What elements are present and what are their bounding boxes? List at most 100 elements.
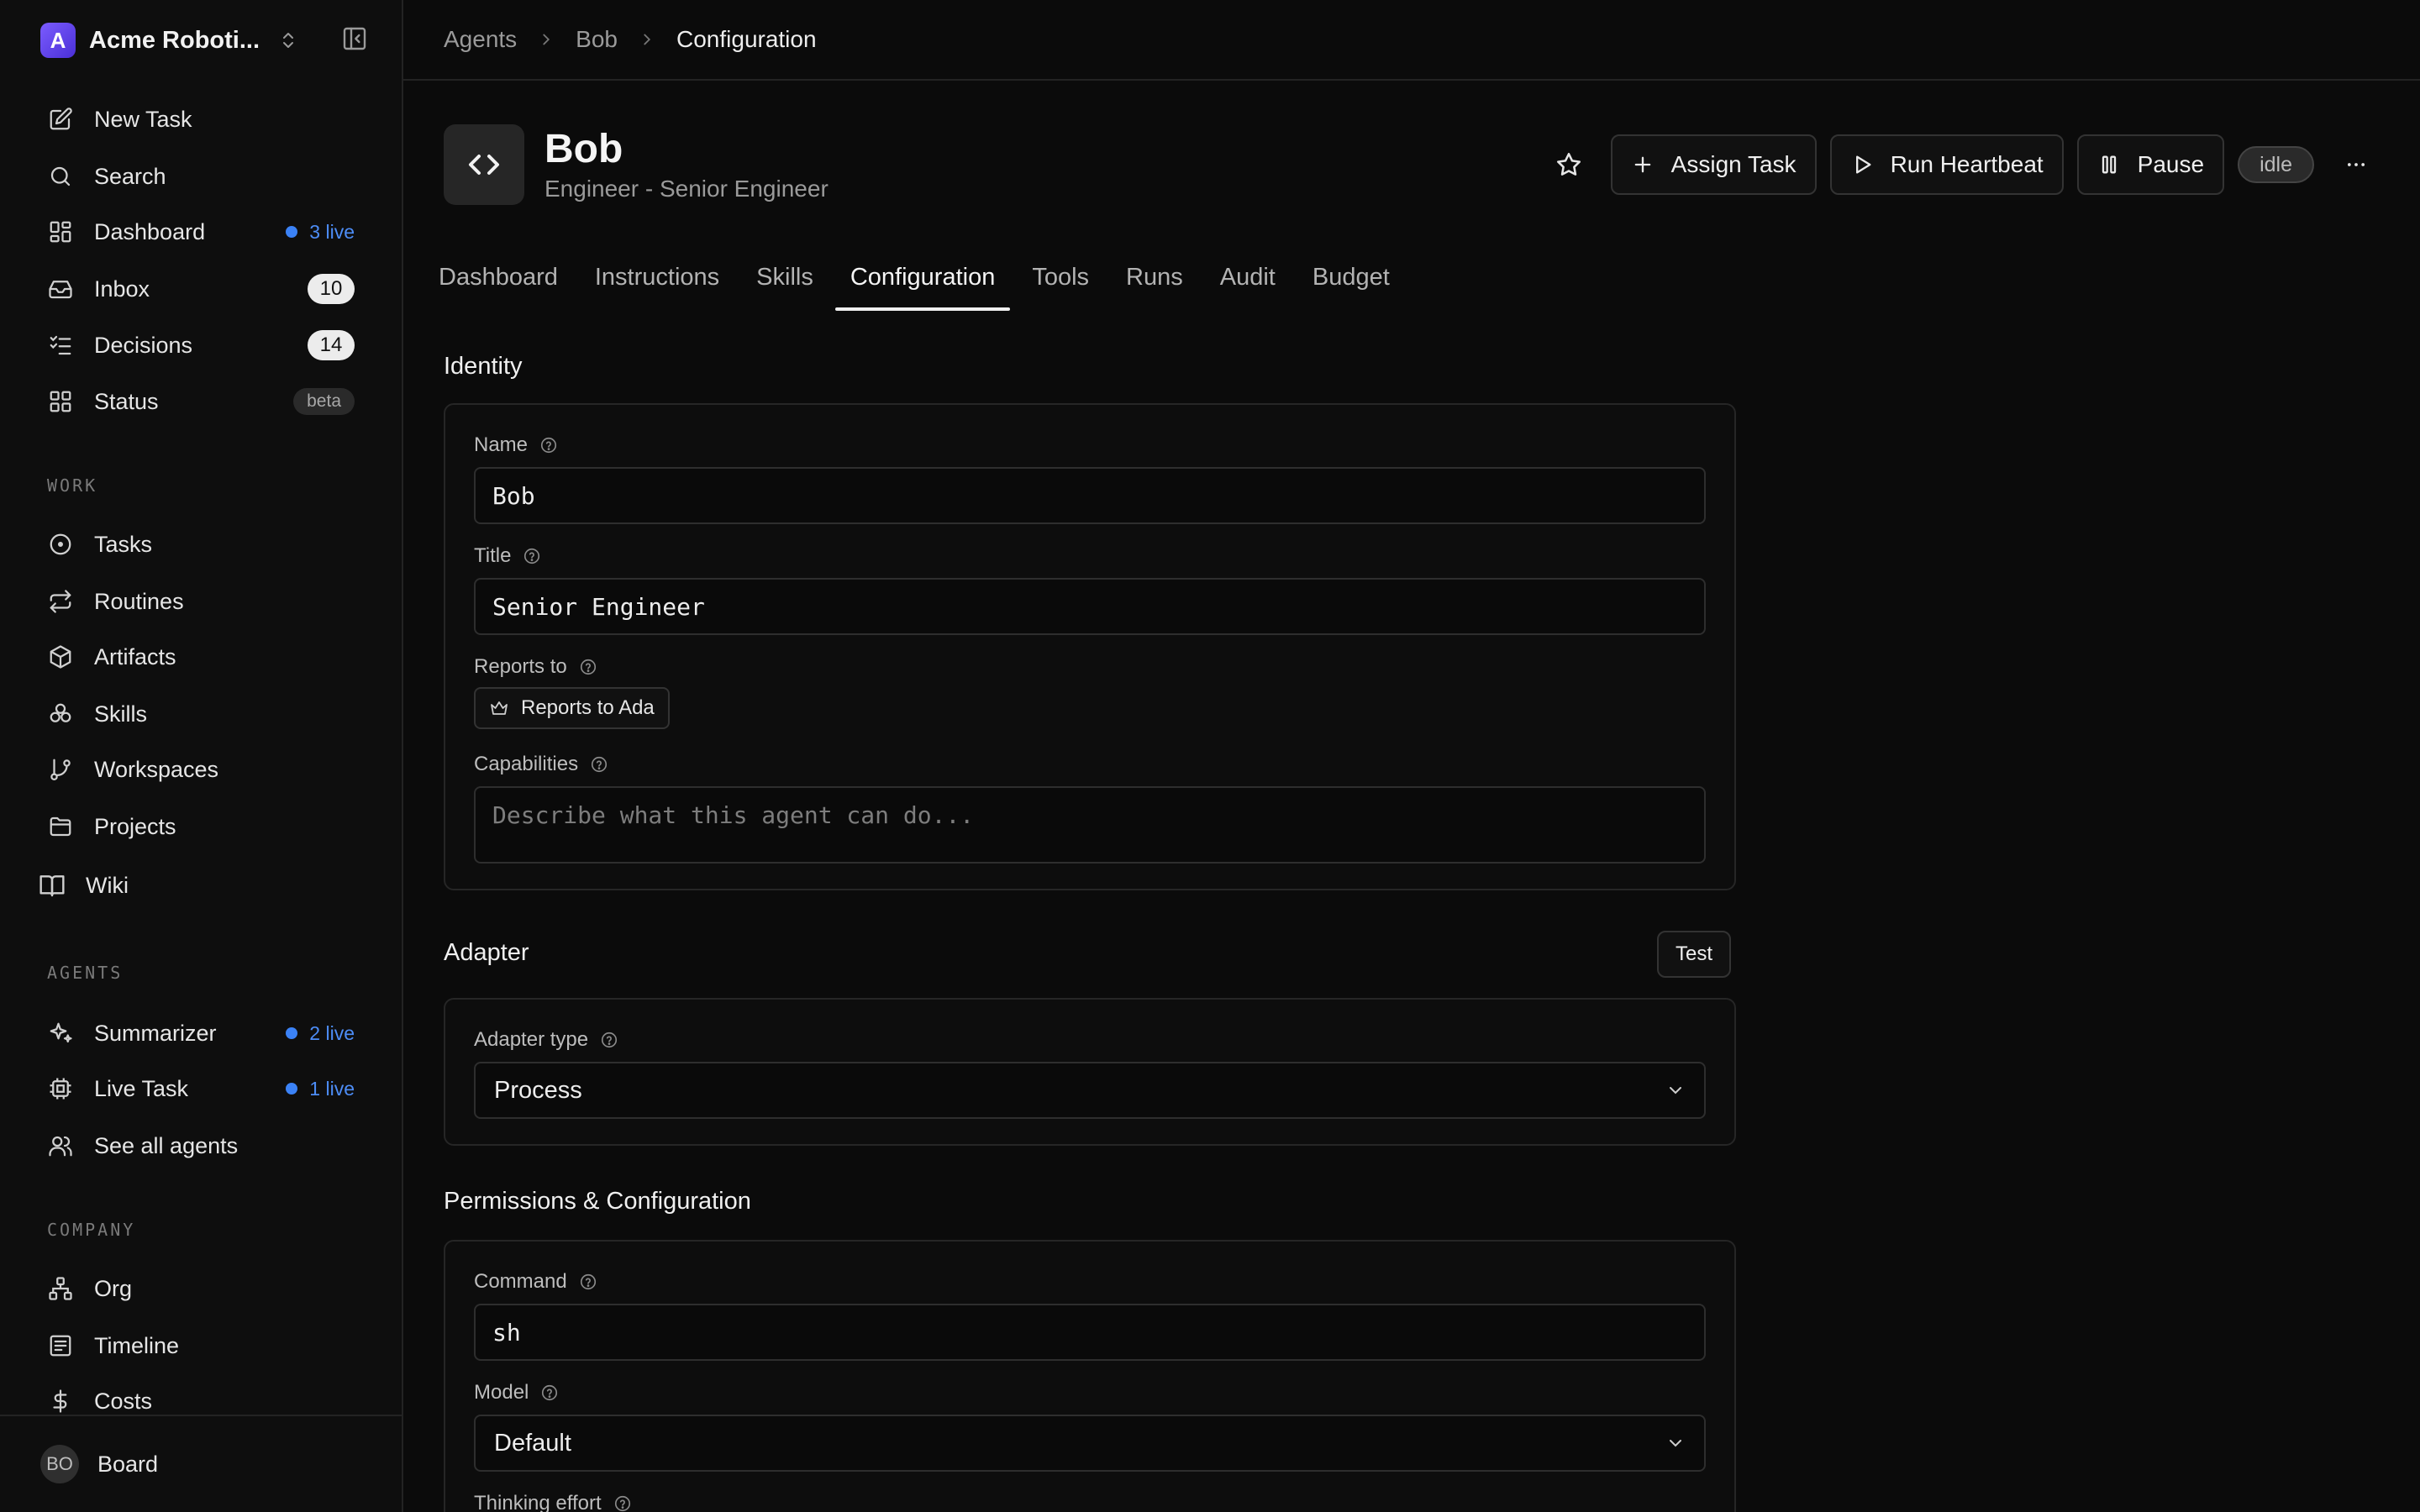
repeat-icon bbox=[47, 588, 74, 615]
org-logo: A bbox=[40, 23, 76, 58]
git-branch-icon bbox=[47, 756, 74, 783]
tab-budget[interactable]: Budget bbox=[1297, 252, 1405, 311]
identity-card: Name Bob Title Senior Engineer Reports t… bbox=[444, 403, 1736, 890]
breadcrumb-agents[interactable]: Agents bbox=[444, 26, 517, 53]
help-circle-icon[interactable] bbox=[523, 547, 541, 565]
tab-dashboard[interactable]: Dashboard bbox=[424, 252, 573, 311]
tab-audit[interactable]: Audit bbox=[1205, 252, 1291, 311]
more-icon[interactable] bbox=[2333, 141, 2380, 188]
sidebar-item-label: Wiki bbox=[86, 872, 129, 898]
name-label: Name bbox=[474, 433, 558, 457]
sidebar-item-live-task[interactable]: Live Task 1 live bbox=[47, 1067, 355, 1110]
org-chart-icon bbox=[47, 1275, 74, 1302]
agent-title-block: Bob Engineer - Senior Engineer bbox=[544, 127, 829, 202]
dollar-icon bbox=[47, 1388, 74, 1415]
live-count-badge: 1 live bbox=[286, 1078, 355, 1100]
sidebar-collapse-icon[interactable] bbox=[341, 25, 368, 52]
circle-dot-icon bbox=[47, 531, 74, 558]
chevrons-up-down-icon bbox=[278, 30, 298, 50]
sidebar-item-routines[interactable]: Routines bbox=[47, 580, 355, 623]
name-label-text: Name bbox=[474, 433, 529, 456]
sidebar-item-label: Decisions bbox=[94, 332, 193, 358]
pause-icon bbox=[2097, 153, 2121, 176]
help-circle-icon[interactable] bbox=[590, 755, 608, 774]
sidebar-item-inbox[interactable]: Inbox 10 bbox=[47, 267, 355, 311]
section-label-company: COMPANY bbox=[47, 1220, 136, 1240]
sidebar-item-tasks[interactable]: Tasks bbox=[47, 522, 355, 566]
permissions-card: Command sh Model Default Thinking effort bbox=[444, 1240, 1736, 1512]
agent-subtitle: Engineer - Senior Engineer bbox=[544, 176, 829, 202]
help-circle-icon[interactable] bbox=[539, 436, 558, 454]
help-circle-icon[interactable] bbox=[613, 1494, 632, 1512]
live-count-badge: 2 live bbox=[286, 1022, 355, 1045]
sidebar-item-label: New Task bbox=[94, 106, 192, 132]
org-name: Acme Roboti... bbox=[89, 26, 260, 54]
sidebar-item-decisions[interactable]: Decisions 14 bbox=[47, 323, 355, 367]
help-circle-icon[interactable] bbox=[579, 1273, 597, 1291]
status-badge: idle bbox=[2238, 146, 2314, 183]
sidebar-item-org[interactable]: Org bbox=[47, 1267, 355, 1310]
live-count: 2 live bbox=[309, 1021, 355, 1044]
sidebar-item-label: Org bbox=[94, 1275, 133, 1301]
sidebar-item-artifacts[interactable]: Artifacts bbox=[47, 635, 355, 679]
sidebar-item-wiki[interactable]: Wiki bbox=[39, 864, 355, 907]
sidebar-item-see-all-agents[interactable]: See all agents bbox=[47, 1124, 355, 1168]
sidebar-item-new-task[interactable]: New Task bbox=[47, 97, 355, 141]
star-icon[interactable] bbox=[1545, 141, 1592, 188]
sidebar-item-projects[interactable]: Projects bbox=[47, 805, 355, 848]
model-select[interactable]: Default bbox=[474, 1415, 1706, 1472]
chevron-right-icon bbox=[537, 30, 555, 49]
run-heartbeat-label: Run Heartbeat bbox=[1890, 151, 2044, 177]
title-label: Title bbox=[474, 544, 541, 568]
grid-icon bbox=[47, 218, 74, 245]
folder-icon bbox=[47, 813, 74, 840]
tab-instructions[interactable]: Instructions bbox=[580, 252, 734, 311]
sidebar-item-search[interactable]: Search bbox=[47, 155, 355, 198]
run-heartbeat-button[interactable]: Run Heartbeat bbox=[1829, 134, 2064, 195]
sidebar-item-timeline[interactable]: Timeline bbox=[47, 1324, 355, 1368]
section-label-agents: AGENTS bbox=[47, 963, 124, 983]
section-title-identity: Identity bbox=[444, 353, 523, 380]
sidebar-item-skills[interactable]: Skills bbox=[47, 692, 355, 736]
sidebar-item-label: Artifacts bbox=[94, 643, 176, 669]
sidebar-item-dashboard[interactable]: Dashboard 3 live bbox=[47, 210, 355, 254]
title-label-text: Title bbox=[474, 544, 512, 567]
count-badge: 14 bbox=[308, 330, 355, 360]
tab-skills[interactable]: Skills bbox=[741, 252, 829, 311]
capabilities-textarea[interactable]: Describe what this agent can do... bbox=[474, 786, 1706, 864]
org-switcher[interactable]: A Acme Roboti... bbox=[40, 22, 368, 59]
command-input[interactable]: sh bbox=[474, 1304, 1706, 1361]
breadcrumb-current: Configuration bbox=[676, 26, 817, 52]
inbox-icon bbox=[47, 276, 74, 302]
assign-task-button[interactable]: Assign Task bbox=[1610, 134, 1817, 195]
beta-badge: beta bbox=[293, 388, 355, 415]
tab-tools[interactable]: Tools bbox=[1017, 252, 1104, 311]
grid-icon bbox=[47, 388, 74, 415]
agent-header: Bob Engineer - Senior Engineer Assign Ta… bbox=[444, 124, 2380, 205]
breadcrumb-bob[interactable]: Bob bbox=[576, 26, 618, 53]
sidebar-item-workspaces[interactable]: Workspaces bbox=[47, 748, 355, 791]
tab-configuration[interactable]: Configuration bbox=[834, 252, 1011, 311]
sidebar-item-label: Timeline bbox=[94, 1332, 180, 1358]
sidebar-item-summarizer[interactable]: Summarizer 2 live bbox=[47, 1011, 355, 1055]
main-content: Agents Bob Configuration Bob Engineer - … bbox=[403, 0, 2420, 1512]
help-circle-icon[interactable] bbox=[540, 1383, 559, 1402]
breadcrumb: Agents Bob Configuration bbox=[403, 0, 2420, 81]
plus-icon bbox=[1631, 153, 1655, 176]
tab-runs[interactable]: Runs bbox=[1111, 252, 1198, 311]
user-menu[interactable]: BO Board bbox=[0, 1415, 402, 1512]
count-badge: 10 bbox=[308, 274, 355, 304]
help-circle-icon[interactable] bbox=[579, 658, 597, 676]
sidebar-item-label: Workspaces bbox=[94, 756, 219, 782]
sidebar-item-status[interactable]: Status beta bbox=[47, 380, 355, 423]
crown-icon bbox=[489, 698, 509, 718]
name-input[interactable]: Bob bbox=[474, 467, 1706, 524]
adapter-type-select[interactable]: Process bbox=[474, 1062, 1706, 1119]
package-icon bbox=[47, 643, 74, 670]
reports-to-selector[interactable]: Reports to Ada bbox=[474, 687, 670, 729]
model-label: Model bbox=[474, 1381, 559, 1404]
title-input[interactable]: Senior Engineer bbox=[474, 578, 1706, 635]
help-circle-icon[interactable] bbox=[600, 1031, 618, 1049]
pause-button[interactable]: Pause bbox=[2076, 134, 2225, 195]
test-button[interactable]: Test bbox=[1657, 931, 1732, 978]
